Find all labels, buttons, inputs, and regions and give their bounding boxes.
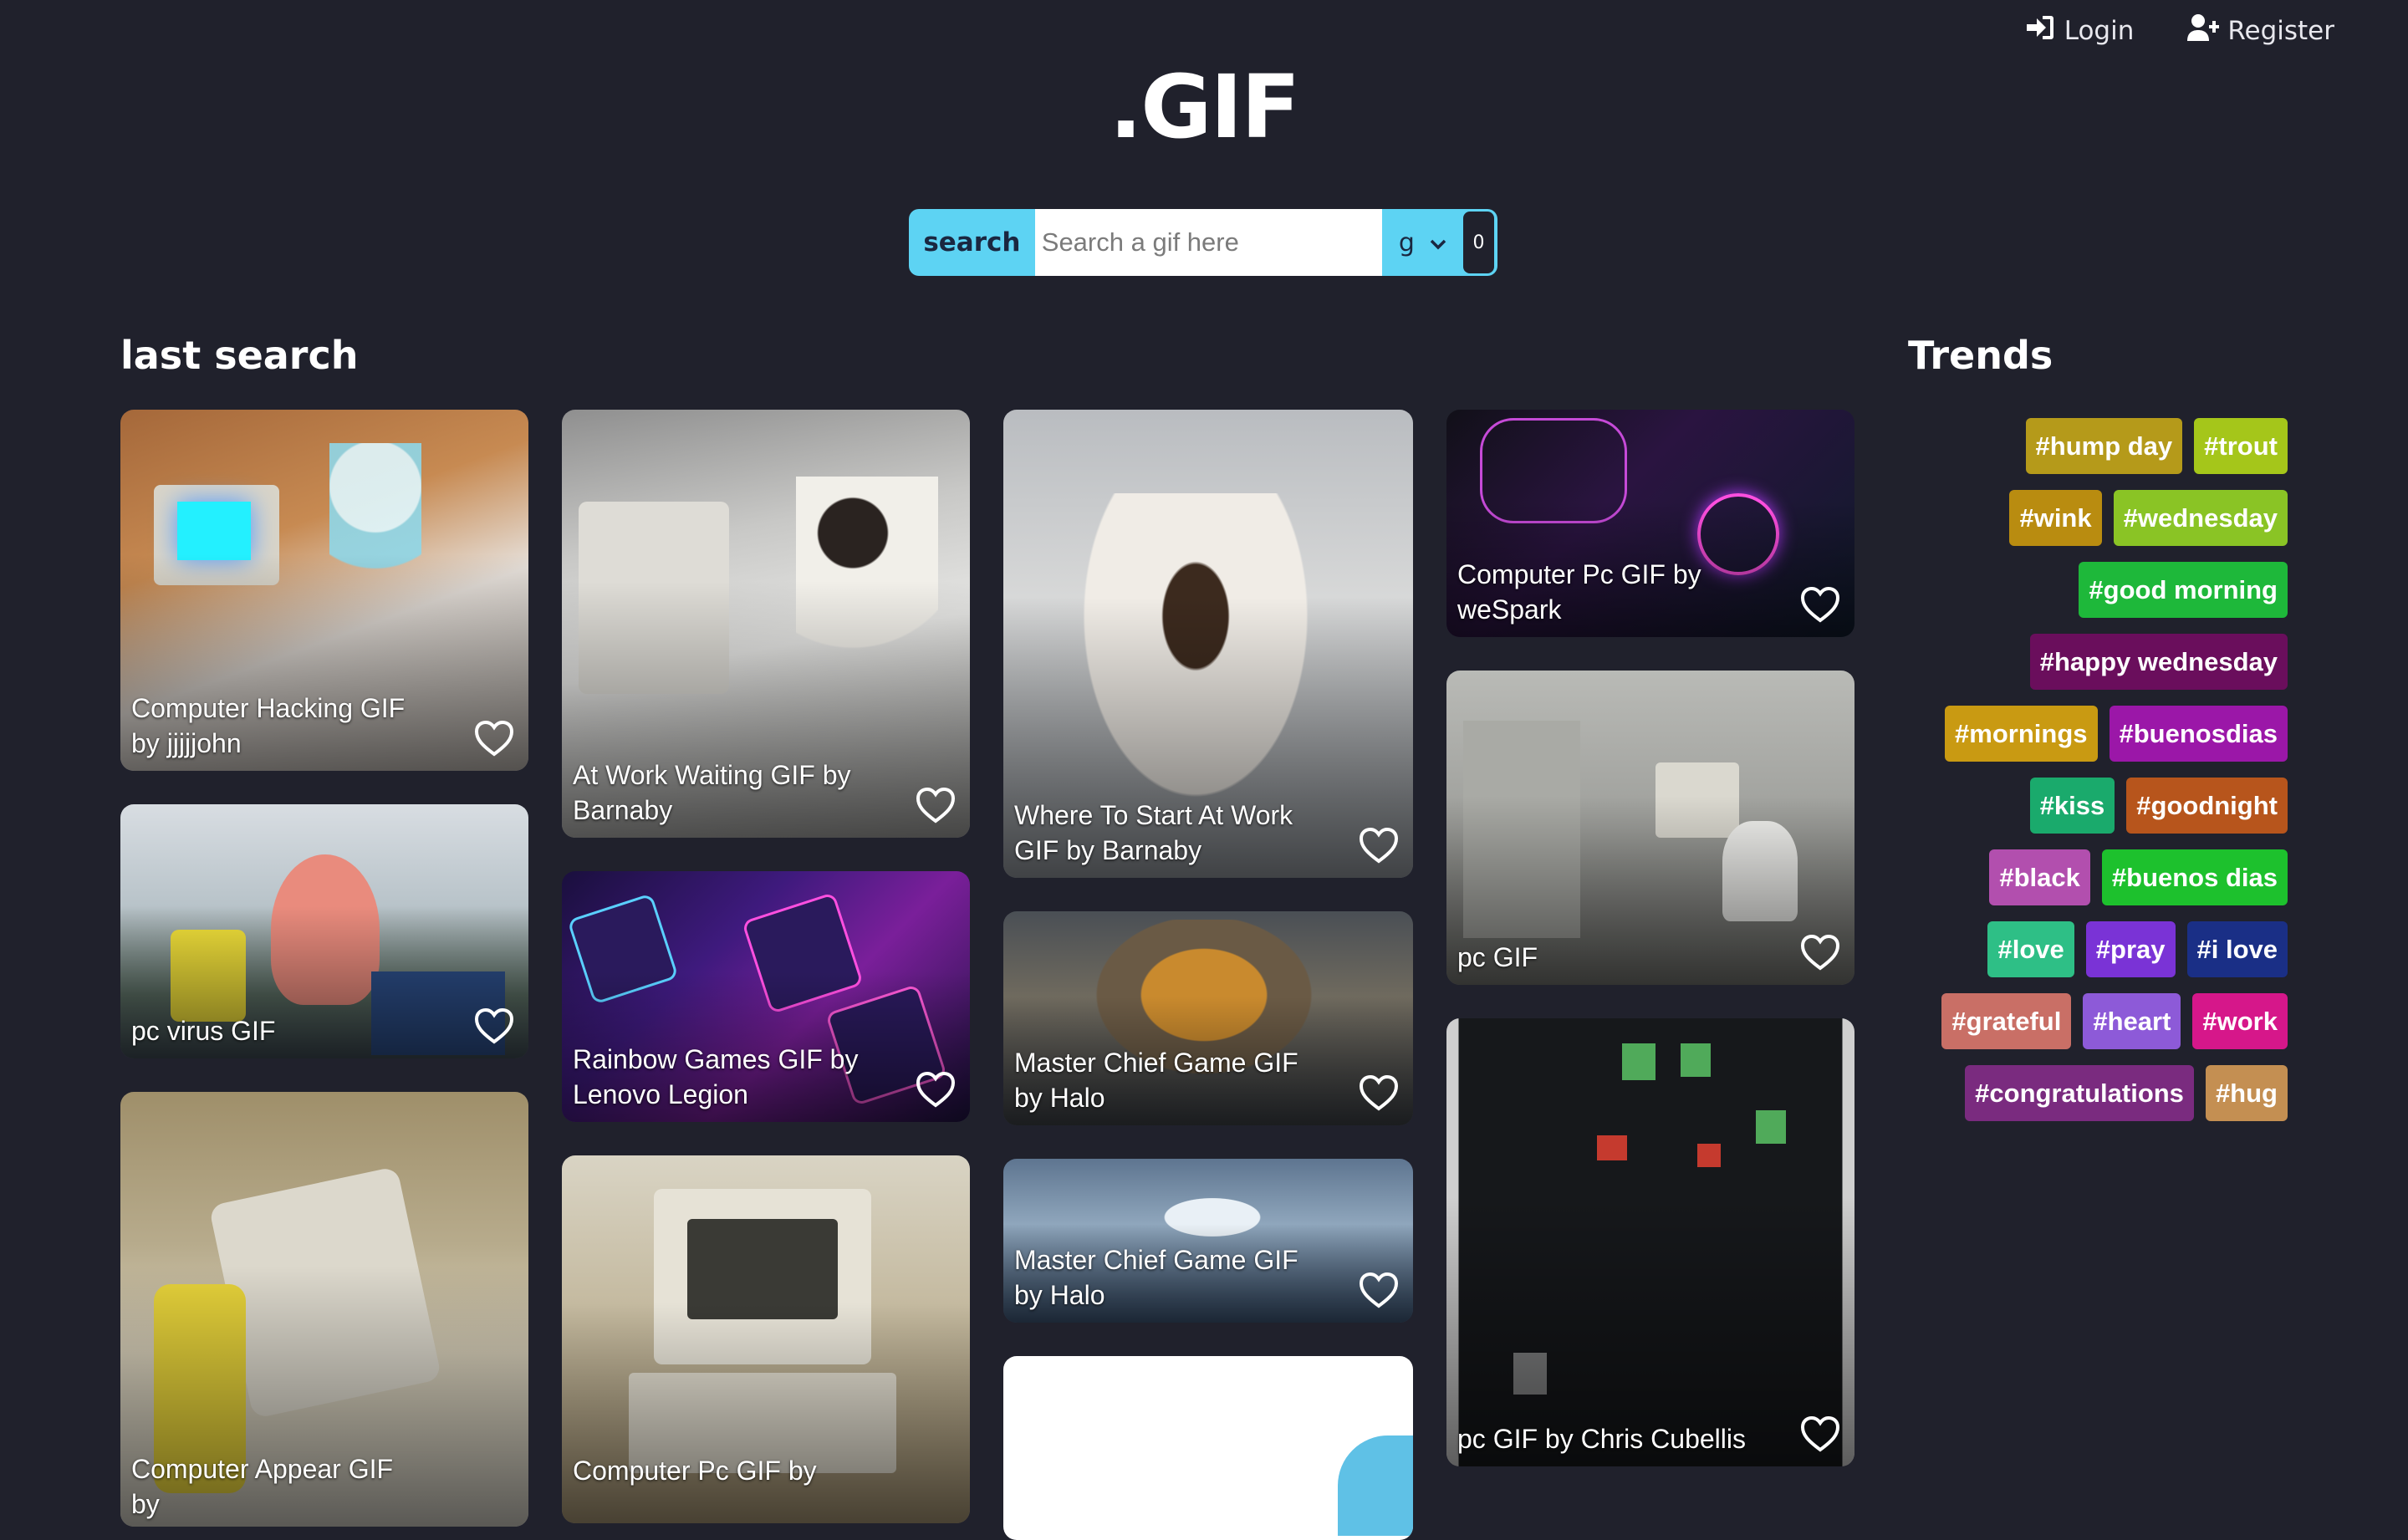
gif-image [1338,1435,1413,1536]
heart-icon[interactable] [1799,933,1841,971]
gif-title: At Work Waiting GIF by Barnaby [573,760,851,825]
gif-image [1622,1043,1656,1080]
trend-tag[interactable]: #happy wednesday [2029,634,2288,690]
gif-title: pc GIF [1457,942,1538,972]
trend-tag[interactable]: #buenosdias [2109,706,2288,762]
auth-links: Login Register [2024,13,2334,48]
gif-title: Computer Appear GIF by [131,1454,394,1519]
gif-card[interactable] [1003,1356,1413,1540]
register-label: Register [2227,16,2334,46]
trend-tag[interactable]: #pray [2085,921,2176,977]
gif-card[interactable]: pc GIF [1446,671,1854,985]
user-plus-icon [2187,13,2220,48]
heart-icon[interactable] [915,786,957,824]
trend-tag[interactable]: #congratulations [1965,1065,2194,1121]
search-button[interactable]: search [909,209,1035,276]
gif-title: pc GIF by Chris Cubellis [1457,1424,1746,1454]
rating-value: g [1398,227,1415,258]
gif-card[interactable]: Rainbow Games GIF by Lenovo Legion [562,871,970,1122]
trend-tag[interactable]: #mornings [1945,706,2098,762]
gif-title: Computer Pc GIF by weSpark [1457,559,1701,625]
trend-tag[interactable]: #heart [2083,993,2181,1049]
heart-icon[interactable] [1358,1271,1400,1309]
gif-card[interactable]: Master Chief Game GIF by Halo [1003,911,1413,1125]
trend-tag[interactable]: #kiss [2029,778,2115,834]
trend-tag[interactable]: #black [1989,849,2090,905]
trends-list: #hump day #trout #wink #wednesday #good … [1940,418,2288,1121]
heart-icon[interactable] [473,719,515,757]
trend-tag[interactable]: #love [1987,921,2074,977]
trend-tag[interactable]: #grateful [1941,993,2072,1049]
trend-tag[interactable]: #hump day [2025,418,2183,474]
last-search-title: last search [120,333,359,378]
gif-card[interactable]: Computer Pc GIF by weSpark [1446,410,1854,637]
heart-icon[interactable] [473,1007,515,1045]
trend-tag[interactable]: #hug [2205,1065,2288,1121]
search-input[interactable] [1034,209,1382,276]
heart-icon[interactable] [1358,826,1400,864]
register-link[interactable]: Register [2187,13,2334,48]
trend-tag[interactable]: #trout [2194,418,2288,474]
gif-card[interactable]: Where To Start At Work GIF by Barnaby [1003,410,1413,878]
login-label: Login [2064,16,2135,46]
heart-icon[interactable] [915,1070,957,1109]
sign-in-icon [2024,13,2056,48]
trend-tag[interactable]: #work [2192,993,2288,1049]
gif-card[interactable]: Computer Appear GIF by [120,1092,528,1527]
gif-title: Master Chief Game GIF by Halo [1014,1245,1298,1310]
gif-title: Rainbow Games GIF by Lenovo Legion [573,1044,859,1109]
trend-tag[interactable]: #i love [2186,921,2288,977]
login-link[interactable]: Login [2024,13,2135,48]
site-logo[interactable]: .GIF [0,57,2408,157]
rating-select[interactable]: g [1382,209,1463,276]
gif-card[interactable]: Master Chief Game GIF by Halo [1003,1159,1413,1323]
gif-title: Where To Start At Work GIF by Barnaby [1014,800,1293,865]
gif-title: Computer Pc GIF by [573,1456,817,1486]
heart-icon[interactable] [1799,585,1841,624]
gif-title: pc virus GIF [131,1016,276,1046]
trend-tag[interactable]: #wednesday [2113,490,2288,546]
trend-tag[interactable]: #wink [2009,490,2102,546]
search-bar: search g 0 [909,209,1497,276]
gif-card[interactable]: Computer Pc GIF by [562,1155,970,1523]
trend-tag[interactable]: #goodnight [2126,778,2288,834]
gif-card[interactable]: pc virus GIF [120,804,528,1058]
result-count[interactable]: 0 [1463,212,1494,273]
gif-card[interactable]: Computer Hacking GIF by jjjjjohn [120,410,528,771]
gif-card[interactable]: pc GIF by Chris Cubellis [1446,1018,1854,1466]
gif-card[interactable]: At Work Waiting GIF by Barnaby [562,410,970,838]
chevron-down-icon [1430,228,1446,258]
gif-title: Master Chief Game GIF by Halo [1014,1048,1298,1113]
trend-tag[interactable]: #good morning [2079,562,2288,618]
trends-title: Trends [1908,333,2053,378]
trend-tag[interactable]: #buenos dias [2101,849,2288,905]
gif-title: Computer Hacking GIF by jjjjjohn [131,693,406,758]
heart-icon[interactable] [1358,1073,1400,1112]
heart-icon[interactable] [1799,1415,1841,1453]
